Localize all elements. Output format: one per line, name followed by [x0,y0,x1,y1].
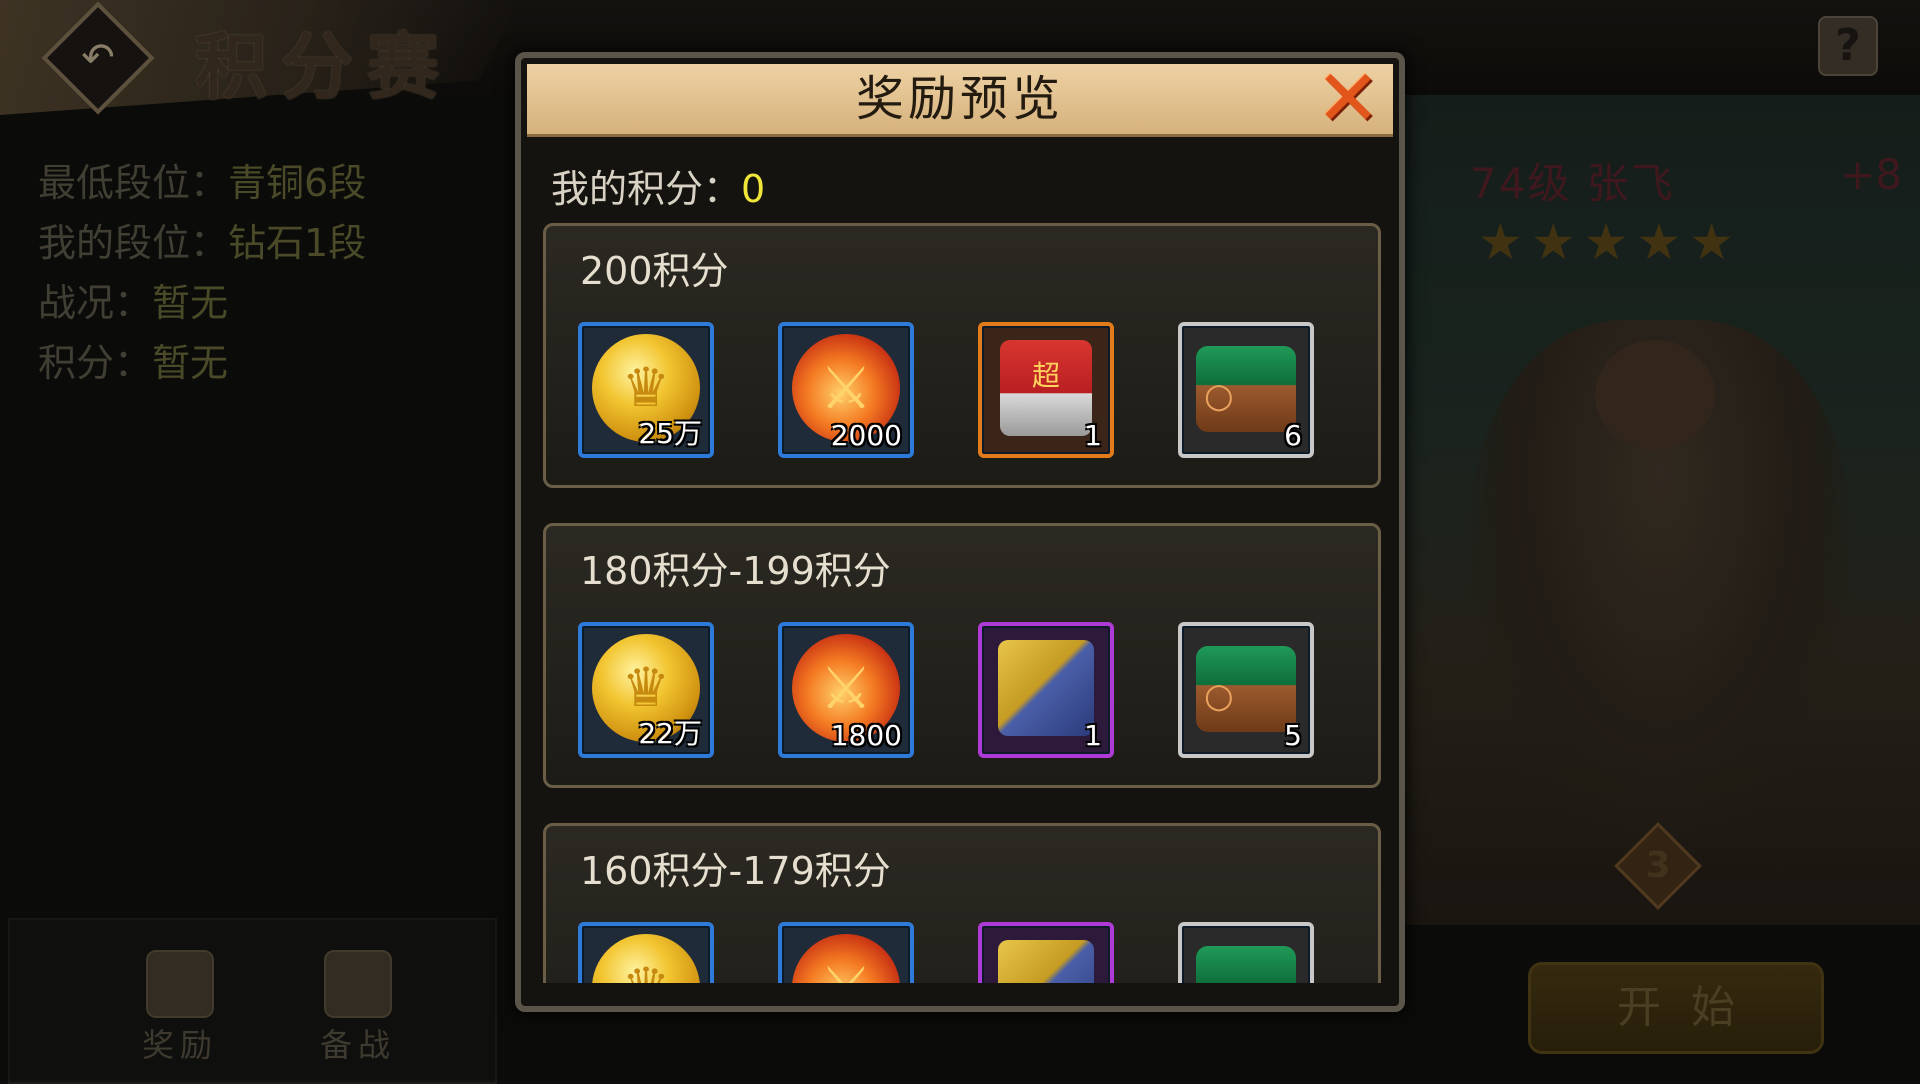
green-chest-icon [1196,346,1296,432]
my-score-value: 0 [741,167,766,211]
reward-item-fire-sword[interactable]: 1800 [778,622,914,758]
dialog-title: 奖励预览 [855,71,1064,127]
dialog-header: 奖励预览 ✕ [527,60,1393,138]
green-chest-icon [1196,946,1296,983]
reward-item-green-chest[interactable]: 5 [1178,622,1314,758]
reward-preview-dialog: 奖励预览 ✕ 我的积分：0 200积分 25万 2000 1 6 [515,52,1405,1012]
reward-item-fire-sword[interactable] [778,922,914,983]
reward-tier: 200积分 25万 2000 1 6 [543,223,1381,488]
reward-tier: 180积分-199积分 22万 1800 1 5 [543,523,1381,788]
reward-item-advanced-chest[interactable] [978,922,1114,983]
super-chest-icon [1000,340,1092,436]
reward-item-gold[interactable] [578,922,714,983]
reward-item-gold[interactable]: 25万 [578,322,714,458]
my-score: 我的积分：0 [551,158,765,213]
tier-label: 180积分-199积分 [580,549,891,593]
fire-sword-icon [792,934,900,983]
item-count: 1800 [830,719,902,752]
gold-coin-icon [592,934,700,983]
green-chest-icon [1196,646,1296,732]
reward-item-green-chest[interactable]: 6 [1178,322,1314,458]
item-count: 6 [1284,419,1302,452]
advanced-chest-icon [998,940,1094,983]
item-count: 1 [1084,719,1102,752]
reward-tier-list[interactable]: 200积分 25万 2000 1 6 180积分-199积分 [539,223,1389,983]
reward-tier: 160积分-179积分 [543,823,1381,983]
reward-item-super-chest[interactable]: 1 [978,322,1114,458]
item-count: 5 [1284,719,1302,752]
item-count: 22万 [638,717,702,750]
reward-item-green-chest[interactable] [1178,922,1314,983]
item-count: 25万 [638,417,702,450]
item-count: 1 [1084,419,1102,452]
reward-item-gold[interactable]: 22万 [578,622,714,758]
reward-item-advanced-chest[interactable]: 1 [978,622,1114,758]
advanced-chest-icon [998,640,1094,736]
tier-label: 160积分-179积分 [580,849,891,893]
close-x-icon[interactable]: ✕ [1313,60,1383,138]
my-score-label: 我的积分： [551,167,742,211]
tier-label: 200积分 [580,249,729,293]
item-count: 2000 [830,419,902,452]
reward-item-fire-sword[interactable]: 2000 [778,322,914,458]
